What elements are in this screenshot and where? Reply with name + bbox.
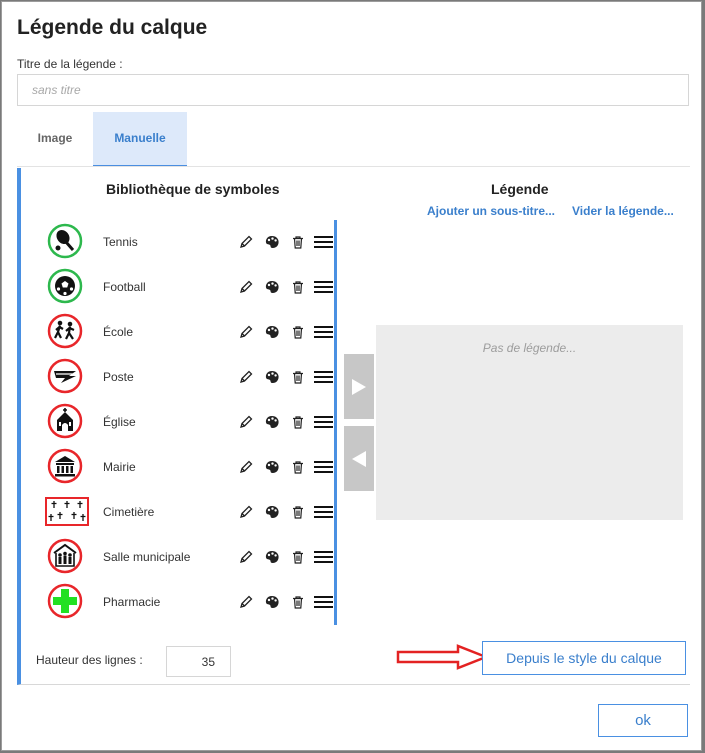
from-layer-style-button[interactable]: Depuis le style du calque	[482, 641, 686, 675]
drag-handle-icon[interactable]	[314, 369, 333, 385]
list-item[interactable]: Poste	[31, 355, 337, 400]
palette-icon[interactable]	[264, 594, 280, 610]
pencil-icon[interactable]	[238, 324, 254, 340]
football-icon	[47, 268, 83, 304]
manual-legend-panel: Bibliothèque de symboles Tennis Football…	[17, 168, 690, 685]
ok-button[interactable]: ok	[598, 704, 688, 737]
line-height-input[interactable]	[166, 646, 231, 677]
pencil-icon[interactable]	[238, 549, 254, 565]
annotation-arrow-icon	[396, 644, 490, 670]
add-to-legend-button[interactable]	[344, 354, 374, 419]
list-item[interactable]: Salle municipale	[31, 535, 337, 580]
drag-handle-icon[interactable]	[314, 594, 333, 610]
drag-handle-icon[interactable]	[314, 234, 333, 250]
add-subtitle-link[interactable]: Ajouter un sous-titre...	[427, 204, 555, 218]
legend-title-label: Titre de la légende :	[17, 57, 123, 71]
trash-icon[interactable]	[290, 459, 306, 475]
school-icon	[47, 313, 83, 349]
list-item[interactable]: Église	[31, 400, 337, 445]
trash-icon[interactable]	[290, 594, 306, 610]
tennis-icon	[47, 223, 83, 259]
legend-preview[interactable]: Pas de légende...	[376, 325, 683, 520]
pencil-icon[interactable]	[238, 279, 254, 295]
town-hall-icon	[47, 448, 83, 484]
trash-icon[interactable]	[290, 549, 306, 565]
list-item[interactable]: Pharmacie	[31, 580, 337, 625]
dialog-title: Légende du calque	[17, 16, 208, 39]
pencil-icon[interactable]	[238, 369, 254, 385]
palette-icon[interactable]	[264, 549, 280, 565]
legend-title-input[interactable]	[17, 74, 689, 106]
trash-icon[interactable]	[290, 324, 306, 340]
legend-empty-text: Pas de légende...	[482, 341, 577, 355]
list-item[interactable]: École	[31, 310, 337, 355]
pencil-icon[interactable]	[238, 414, 254, 430]
drag-handle-icon[interactable]	[314, 324, 333, 340]
trash-icon[interactable]	[290, 279, 306, 295]
drag-handle-icon[interactable]	[314, 549, 333, 565]
cemetery-icon	[45, 497, 89, 527]
list-item-label: Cimetière	[103, 505, 155, 519]
list-item[interactable]: Cimetière	[31, 490, 337, 535]
palette-icon[interactable]	[264, 504, 280, 520]
list-item-label: Poste	[103, 370, 134, 384]
palette-icon[interactable]	[264, 324, 280, 340]
arrow-left-icon	[352, 451, 366, 467]
drag-handle-icon[interactable]	[314, 279, 333, 295]
legend-title: Légende	[491, 181, 549, 197]
pencil-icon[interactable]	[238, 234, 254, 250]
pencil-icon[interactable]	[238, 504, 254, 520]
tab-manual[interactable]: Manuelle	[93, 112, 187, 167]
symbol-library-title: Bibliothèque de symboles	[106, 181, 280, 197]
palette-icon[interactable]	[264, 414, 280, 430]
palette-icon[interactable]	[264, 279, 280, 295]
post-office-icon	[47, 358, 83, 394]
symbol-list: Tennis Football École Poste Église Mairi…	[31, 220, 337, 625]
list-item[interactable]: Football	[31, 265, 337, 310]
list-item-label: Tennis	[103, 235, 138, 249]
palette-icon[interactable]	[264, 459, 280, 475]
trash-icon[interactable]	[290, 414, 306, 430]
line-height-label: Hauteur des lignes :	[36, 653, 143, 667]
palette-icon[interactable]	[264, 234, 280, 250]
list-item-label: Football	[103, 280, 146, 294]
trash-icon[interactable]	[290, 234, 306, 250]
list-item-label: Pharmacie	[103, 595, 161, 609]
drag-handle-icon[interactable]	[314, 414, 333, 430]
arrow-right-icon	[352, 379, 366, 395]
drag-handle-icon[interactable]	[314, 459, 333, 475]
remove-from-legend-button[interactable]	[344, 426, 374, 491]
list-item-label: École	[103, 325, 134, 339]
pharmacy-icon	[47, 583, 83, 619]
church-icon	[47, 403, 83, 439]
list-item-label: Salle municipale	[103, 550, 191, 564]
list-item-label: Église	[103, 415, 136, 429]
pencil-icon[interactable]	[238, 459, 254, 475]
trash-icon[interactable]	[290, 369, 306, 385]
list-item[interactable]: Tennis	[31, 220, 337, 265]
list-item-label: Mairie	[103, 460, 136, 474]
trash-icon[interactable]	[290, 504, 306, 520]
list-item[interactable]: Mairie	[31, 445, 337, 490]
legend-dialog: Légende du calque Titre de la légende : …	[1, 1, 702, 751]
clear-legend-link[interactable]: Vider la légende...	[572, 204, 674, 218]
community-hall-icon	[47, 538, 83, 574]
tabs-divider	[17, 166, 690, 167]
pencil-icon[interactable]	[238, 594, 254, 610]
palette-icon[interactable]	[264, 369, 280, 385]
tab-image[interactable]: Image	[17, 112, 93, 167]
drag-handle-icon[interactable]	[314, 504, 333, 520]
